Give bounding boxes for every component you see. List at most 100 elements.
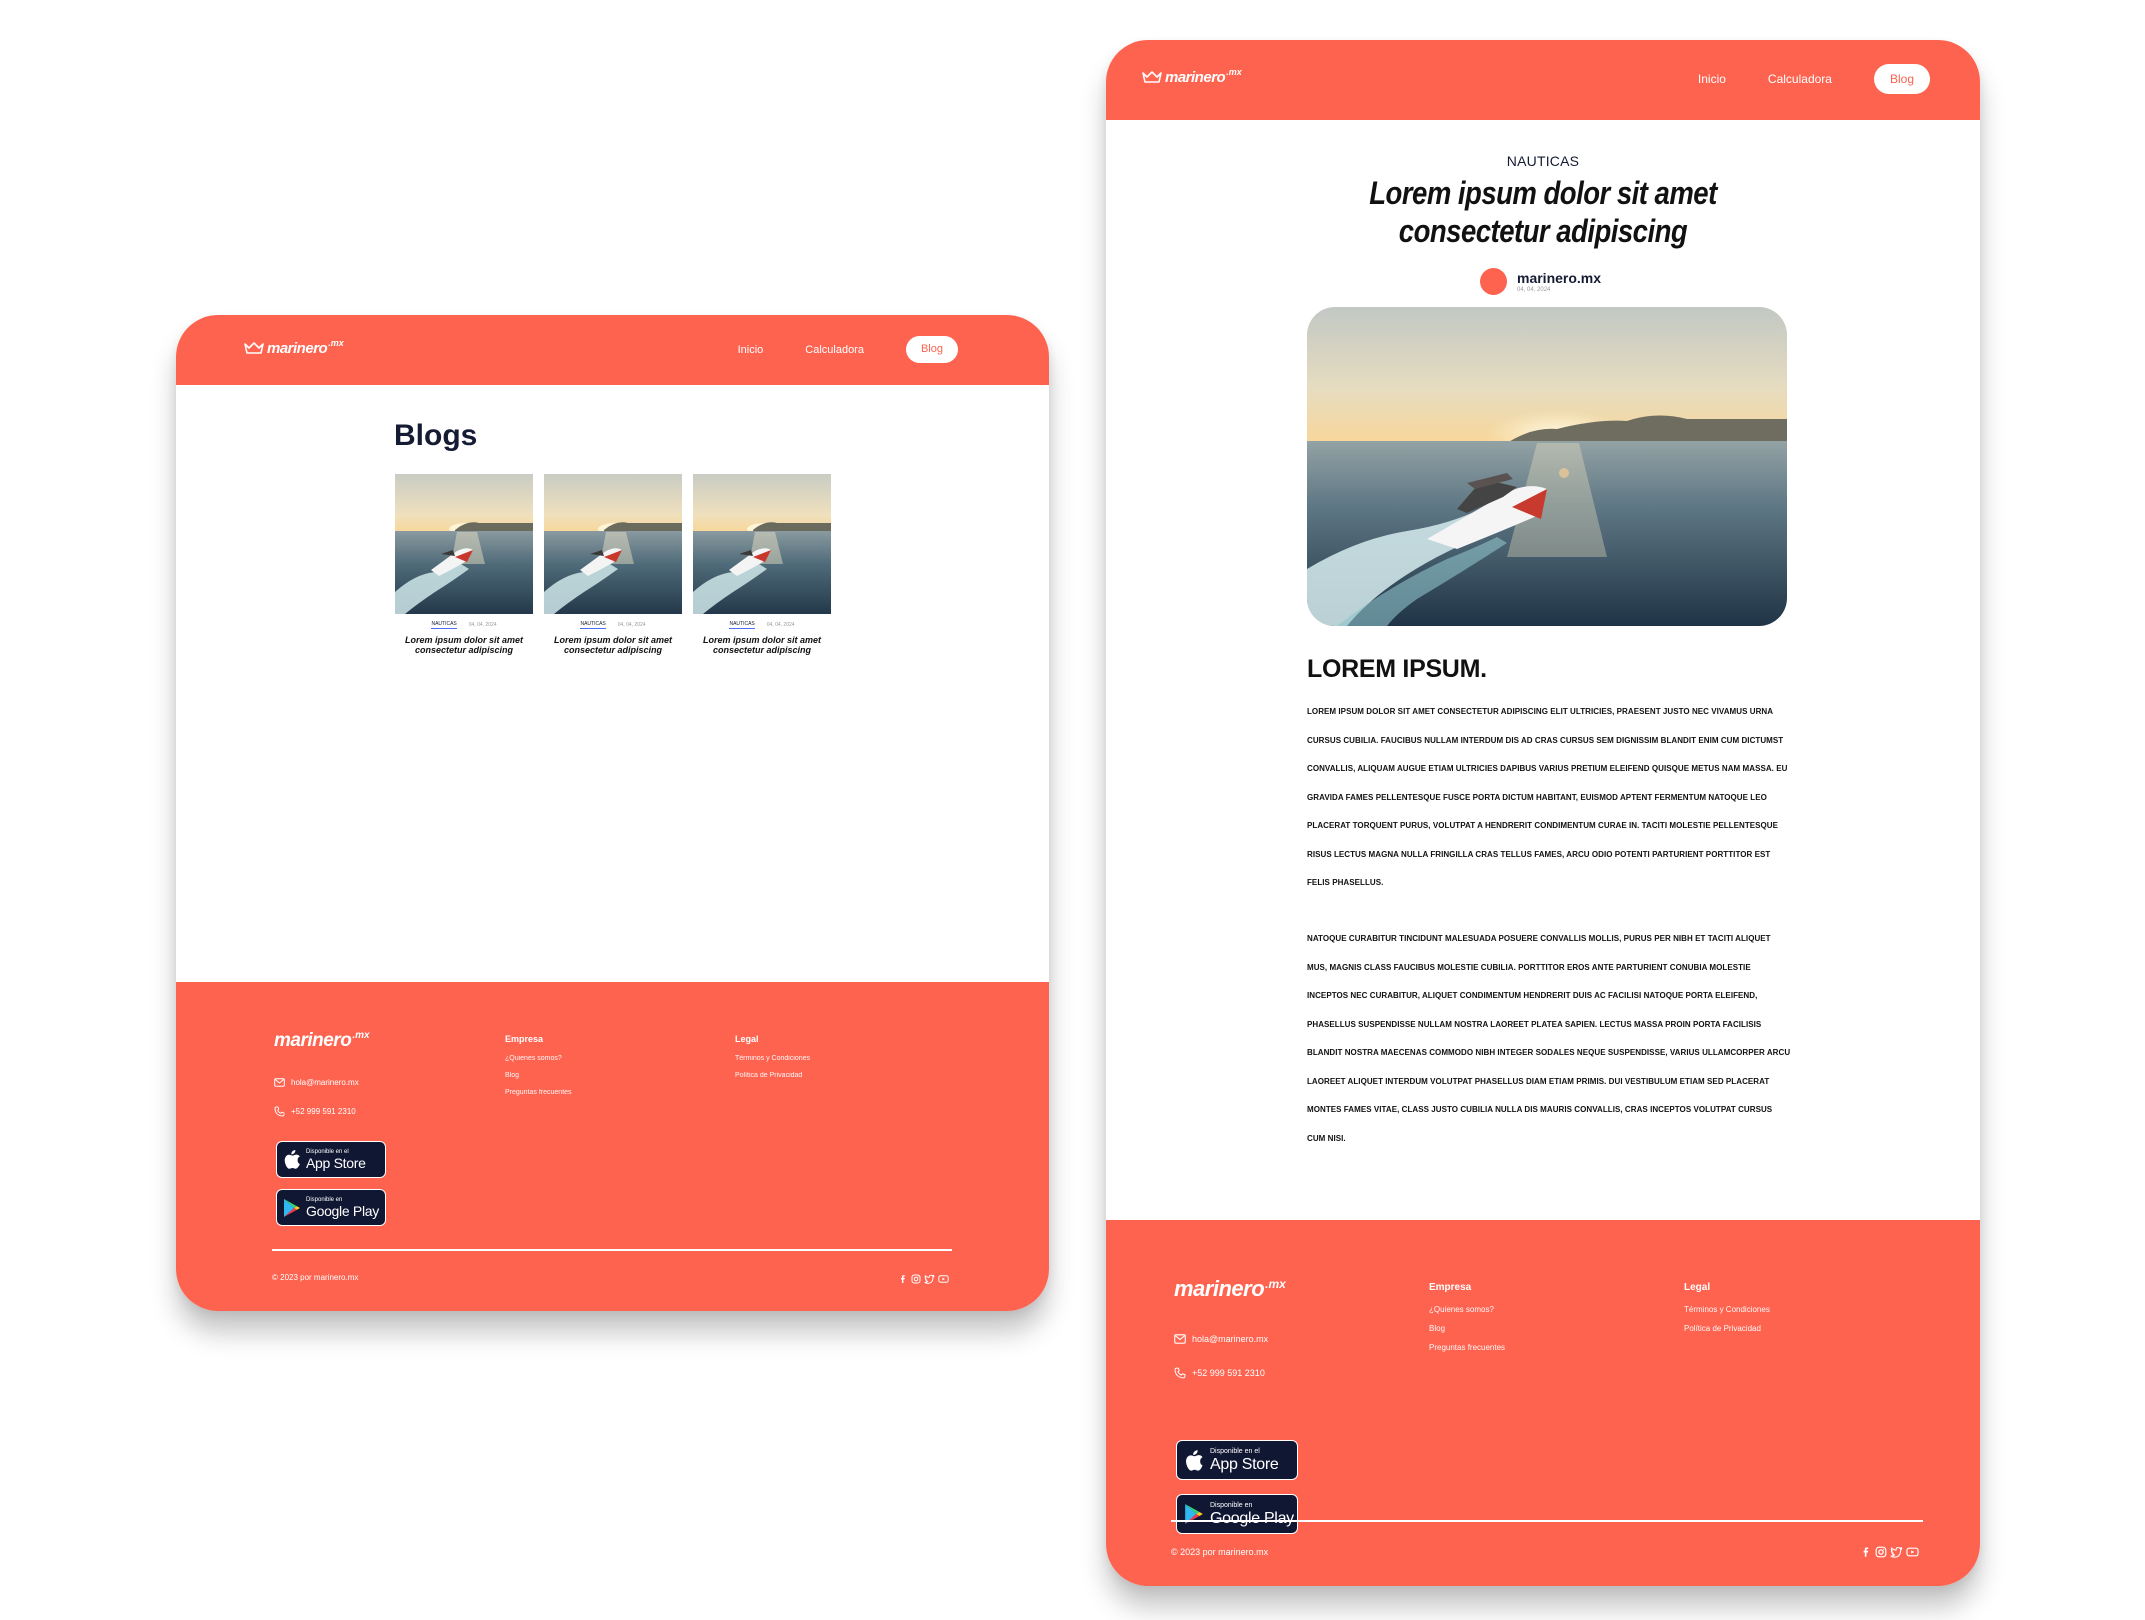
blog-thumbnail[interactable] bbox=[395, 474, 533, 614]
footer-logo-word: marinero bbox=[1174, 1276, 1265, 1301]
nav-calculadora[interactable]: Calculadora bbox=[1768, 72, 1832, 86]
nav-blog-active[interactable]: Blog bbox=[1873, 64, 1930, 94]
footer-email-text: hola@marinero.mx bbox=[1192, 1334, 1269, 1344]
instagram-icon[interactable] bbox=[911, 1271, 921, 1289]
article-hero-image bbox=[1307, 307, 1787, 626]
author-name: marinero.mx bbox=[1517, 269, 1602, 286]
blog-date: 04, 04, 2024 bbox=[468, 622, 497, 628]
blog-meta: NAUTICAS 04, 04, 2024 bbox=[693, 621, 831, 629]
logo-suffix: .mx bbox=[1226, 67, 1242, 77]
mail-icon bbox=[1174, 1334, 1186, 1344]
article-author: marinero.mx 04, 04, 2024 bbox=[1480, 268, 1601, 295]
footer-col-title: Empresa bbox=[1429, 1282, 1472, 1293]
footer-link-terminos[interactable]: Términos y Condiciones bbox=[1684, 1300, 1770, 1319]
article-category[interactable]: NAUTICAS bbox=[1106, 153, 1980, 169]
logo-suffix: .mx bbox=[328, 338, 344, 348]
footer-col-title: Empresa bbox=[505, 1034, 544, 1044]
footer-social bbox=[895, 1271, 949, 1289]
page-title: Blogs bbox=[394, 419, 478, 452]
blog-card[interactable]: NAUTICAS 04, 04, 2024 Lorem ipsum dolor … bbox=[544, 474, 682, 655]
footer-divider bbox=[272, 1249, 952, 1251]
header-logo[interactable]: marinero .mx bbox=[1142, 67, 1242, 85]
blog-meta: NAUTICAS 04, 04, 2024 bbox=[395, 621, 533, 629]
instagram-icon[interactable] bbox=[1875, 1545, 1887, 1563]
youtube-icon[interactable] bbox=[938, 1271, 949, 1289]
main-nav: Inicio Calculadora Blog bbox=[738, 336, 958, 363]
footer-col-empresa: Empresa ¿Quienes somos? Blog Preguntas f… bbox=[505, 1034, 572, 1101]
nav-inicio[interactable]: Inicio bbox=[1698, 72, 1726, 86]
app-store-big: App Store bbox=[1210, 1455, 1279, 1473]
article-title-line: Lorem ipsum dolor sit amet bbox=[1369, 175, 1717, 211]
article-title-line: consectetur adipiscing bbox=[1398, 213, 1688, 249]
author-date: 04, 04, 2024 bbox=[1517, 286, 1551, 293]
blog-title[interactable]: Lorem ipsum dolor sit amet consectetur a… bbox=[693, 635, 831, 655]
facebook-icon[interactable] bbox=[898, 1271, 908, 1289]
blog-card[interactable]: NAUTICAS 04, 04, 2024 Lorem ipsum dolor … bbox=[395, 474, 533, 655]
footer-link-terminos[interactable]: Términos y Condiciones bbox=[735, 1050, 810, 1067]
article-page: marinero .mx Inicio Calculadora Blog NAU… bbox=[1106, 40, 1980, 1586]
mail-icon bbox=[274, 1078, 285, 1087]
site-footer: marinero .mx hola@marinero.mx +52 999 59… bbox=[1106, 1220, 1980, 1586]
footer-col-legal: Legal Términos y Condiciones Política de… bbox=[735, 1034, 810, 1084]
site-footer: marinero .mx hola@marinero.mx +52 999 59… bbox=[176, 982, 1049, 1311]
footer-link-privacidad[interactable]: Política de Privacidad bbox=[1684, 1319, 1770, 1338]
nav-blog-active[interactable]: Blog bbox=[905, 336, 958, 363]
nav-calculadora[interactable]: Calculadora bbox=[805, 344, 864, 356]
blog-category[interactable]: NAUTICAS bbox=[431, 621, 457, 629]
article-paragraph: Lorem ipsum dolor sit amet consectetur a… bbox=[1307, 707, 1788, 887]
blog-meta: NAUTICAS 04, 04, 2024 bbox=[544, 621, 682, 629]
app-store-button[interactable]: Disponible en el App Store bbox=[276, 1141, 386, 1178]
footer-logo[interactable]: marinero .mx bbox=[274, 1030, 370, 1051]
google-play-big: Google Play bbox=[1210, 1509, 1294, 1527]
article-heading: LOREM IPSUM. bbox=[1307, 655, 1487, 683]
google-play-button[interactable]: Disponible en Google Play bbox=[276, 1189, 386, 1226]
footer-email-text: hola@marinero.mx bbox=[291, 1078, 359, 1087]
blog-date: 04, 04, 2024 bbox=[766, 622, 795, 628]
blog-card[interactable]: NAUTICAS 04, 04, 2024 Lorem ipsum dolor … bbox=[693, 474, 831, 655]
phone-icon bbox=[274, 1106, 285, 1117]
footer-email[interactable]: hola@marinero.mx bbox=[1174, 1334, 1268, 1344]
twitter-icon[interactable] bbox=[924, 1271, 935, 1289]
blog-thumbnail[interactable] bbox=[544, 474, 682, 614]
footer-phone[interactable]: +52 999 591 2310 bbox=[1174, 1367, 1265, 1379]
article-title: Lorem ipsum dolor sit amet consectetur a… bbox=[1167, 174, 1919, 250]
footer-link-quienes-somos[interactable]: ¿Quienes somos? bbox=[505, 1050, 572, 1067]
footer-link-blog[interactable]: Blog bbox=[505, 1067, 572, 1084]
google-play-button[interactable]: Disponible en Google Play bbox=[1176, 1494, 1298, 1534]
phone-icon bbox=[1174, 1367, 1186, 1379]
footer-phone[interactable]: +52 999 591 2310 bbox=[274, 1106, 356, 1117]
footer-logo-word: marinero bbox=[274, 1030, 352, 1051]
footer-link-faq[interactable]: Preguntas frecuentes bbox=[505, 1084, 572, 1101]
facebook-icon[interactable] bbox=[1860, 1545, 1872, 1563]
footer-email[interactable]: hola@marinero.mx bbox=[274, 1078, 359, 1087]
blog-thumbnail[interactable] bbox=[693, 474, 831, 614]
article-paragraph: Natoque curabitur tincidunt malesuada po… bbox=[1307, 934, 1791, 1143]
footer-link-blog[interactable]: Blog bbox=[1429, 1319, 1505, 1338]
footer-phone-text: +52 999 591 2310 bbox=[1192, 1368, 1265, 1378]
footer-col-legal: Legal Términos y Condiciones Política de… bbox=[1684, 1282, 1770, 1338]
google-play-icon bbox=[284, 1198, 300, 1217]
blog-category[interactable]: NAUTICAS bbox=[729, 621, 755, 629]
footer-link-privacidad[interactable]: Política de Privacidad bbox=[735, 1067, 810, 1084]
crown-icon bbox=[1142, 71, 1162, 83]
footer-link-faq[interactable]: Preguntas frecuentes bbox=[1429, 1338, 1505, 1357]
twitter-icon[interactable] bbox=[1890, 1545, 1903, 1563]
apple-icon bbox=[1186, 1449, 1203, 1471]
header-logo[interactable]: marinero .mx bbox=[244, 338, 344, 356]
blog-category[interactable]: NAUTICAS bbox=[580, 621, 606, 629]
apple-icon bbox=[284, 1150, 300, 1169]
footer-logo[interactable]: marinero .mx bbox=[1174, 1278, 1286, 1300]
footer-col-title: Legal bbox=[1684, 1282, 1711, 1293]
app-store-button[interactable]: Disponible en el App Store bbox=[1176, 1440, 1298, 1480]
nav-inicio[interactable]: Inicio bbox=[738, 344, 764, 356]
footer-link-quienes-somos[interactable]: ¿Quienes somos? bbox=[1429, 1300, 1505, 1319]
blog-title[interactable]: Lorem ipsum dolor sit amet consectetur a… bbox=[395, 635, 533, 655]
app-store-small: Disponible en el bbox=[1210, 1447, 1260, 1455]
footer-social bbox=[1857, 1545, 1919, 1563]
avatar bbox=[1480, 268, 1507, 295]
footer-divider bbox=[1171, 1520, 1923, 1522]
blog-title[interactable]: Lorem ipsum dolor sit amet consectetur a… bbox=[544, 635, 682, 655]
blog-date: 04, 04, 2024 bbox=[617, 622, 646, 628]
youtube-icon[interactable] bbox=[1906, 1545, 1919, 1563]
blog-grid: NAUTICAS 04, 04, 2024 Lorem ipsum dolor … bbox=[395, 474, 842, 655]
